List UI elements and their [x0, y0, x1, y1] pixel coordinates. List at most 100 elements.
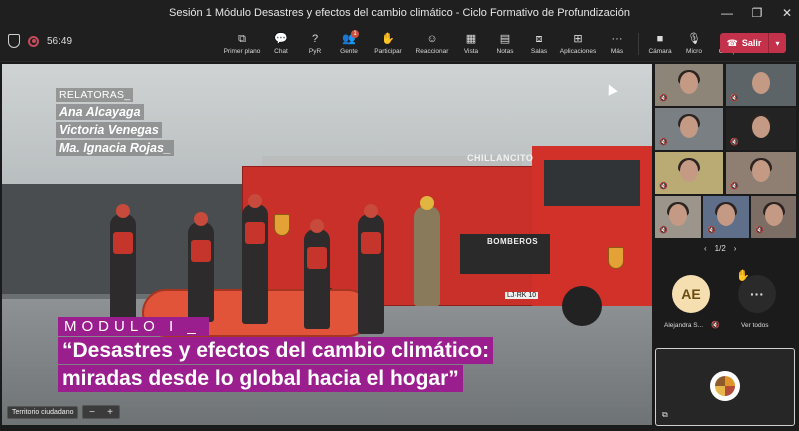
- mic-off-icon: 🔇: [730, 95, 739, 102]
- toolbar-divider: [638, 33, 639, 55]
- people-count-badge: 1: [351, 30, 359, 38]
- mic-off-icon: 🔇: [659, 227, 668, 234]
- close-icon[interactable]: ✕: [781, 6, 793, 20]
- toolbar-item-label: Micro: [686, 48, 702, 55]
- toolbar-item-label: Aplicaciones: [559, 48, 597, 55]
- avatar[interactable]: AE: [672, 275, 710, 313]
- chevron-down-icon: ▾: [775, 38, 780, 48]
- chevron-right-icon[interactable]: ›: [734, 244, 737, 253]
- toolbar-item-label: Vista: [463, 48, 479, 55]
- toolbar-actions: ⧉ Primer plano 💬 Chat ? PyR 👥 1 Gente ✋ …: [220, 28, 755, 60]
- participant-video-tile[interactable]: 🔇: [726, 108, 796, 150]
- chat-icon: 💬: [274, 33, 288, 45]
- rescuer-figure: [242, 194, 268, 324]
- leave-main[interactable]: ☎ Salir: [720, 38, 768, 49]
- participant-face: [669, 204, 687, 227]
- mic-off-icon: 🔇: [755, 227, 764, 234]
- toolbar-camara-button[interactable]: ■ Cámara: [643, 28, 677, 60]
- mic-off-icon: 🔇: [659, 95, 668, 102]
- toolbar-item-label: Chat: [274, 48, 288, 55]
- rescuer-figure: [110, 204, 136, 324]
- rescuer-figure: [188, 212, 214, 322]
- participants-panel: 🔇 🔇 🔇 🔇 🔇 🔇 🔇 🔇 🔇 ‹ 1/2 › AE Alejandra S…: [652, 64, 799, 431]
- window-title: Sesión 1 Módulo Desastres y efectos del …: [169, 7, 630, 19]
- module-title-line-1: “Desastres y efectos del cambio climátic…: [58, 337, 494, 364]
- leave-dropdown-button[interactable]: ▾: [768, 33, 786, 53]
- helmet: [116, 204, 130, 218]
- life-vest: [245, 222, 265, 244]
- qa-icon: ?: [311, 33, 319, 45]
- toolbar-notas-button[interactable]: ▤ Notas: [488, 28, 522, 60]
- toolbar-item-label: Primer plano: [223, 48, 261, 55]
- toolbar-item-label: Notas: [496, 48, 514, 55]
- participant-video-tile[interactable]: 🔇: [655, 152, 723, 194]
- toolbar-gente-button[interactable]: 👥 1 Gente: [332, 28, 366, 60]
- participant-face: [764, 204, 783, 227]
- minimize-icon[interactable]: —: [721, 6, 733, 20]
- participant-video-tile[interactable]: 🔇: [655, 196, 701, 238]
- zoom-controls: − +: [82, 405, 120, 419]
- self-view-options-icon[interactable]: ⧉: [662, 410, 668, 420]
- mic-off-icon: 🎙: [687, 33, 701, 45]
- toolbar-micro-button[interactable]: 🎙 Micro: [677, 28, 711, 60]
- apps-icon: ⊞: [573, 33, 583, 45]
- participant-video-tile[interactable]: 🔇: [655, 108, 723, 150]
- mic-off-icon: 🔇: [730, 139, 739, 146]
- zoom-out-button[interactable]: −: [89, 407, 95, 418]
- module-title-line-2: miradas desde lo global hacia el hogar”: [58, 365, 463, 392]
- leave-button[interactable]: ☎ Salir ▾: [720, 33, 786, 53]
- participant-video-tile[interactable]: 🔇: [655, 64, 723, 106]
- truck-cab: [532, 146, 652, 306]
- view-icon: ▦: [465, 33, 477, 45]
- participant-video-tile[interactable]: 🔇: [726, 64, 796, 106]
- mic-off-icon: 🔇: [707, 227, 716, 234]
- toolbar-item-label: Reaccionar: [415, 48, 449, 55]
- recording-icon: [28, 35, 39, 47]
- toolbar-aplicaciones-button[interactable]: ⊞ Aplicaciones: [556, 28, 600, 60]
- toolbar-item-label: Participar: [374, 48, 402, 55]
- chevron-left-icon[interactable]: ‹: [704, 244, 707, 253]
- life-vest: [113, 232, 133, 254]
- toolbar-vista-button[interactable]: ▦ Vista: [454, 28, 488, 60]
- helmet: [364, 204, 378, 218]
- self-avatar: [710, 371, 740, 401]
- relatora-name: Ana Alcayaga: [56, 104, 144, 120]
- zoom-in-button[interactable]: +: [107, 407, 113, 418]
- rescuer-figure: [304, 219, 330, 329]
- toolbar-chat-button[interactable]: 💬 Chat: [264, 28, 298, 60]
- toolbar-item-label: Más: [610, 48, 624, 55]
- shield-icon: [8, 34, 20, 48]
- view-all-button[interactable]: ···: [738, 275, 776, 313]
- toolbar-primer-plano-button[interactable]: ⧉ Primer plano: [220, 28, 264, 60]
- title-bar: Sesión 1 Módulo Desastres y efectos del …: [0, 0, 799, 26]
- participant-face: [752, 116, 770, 139]
- toolbar-pyr-button[interactable]: ? PyR: [298, 28, 332, 60]
- rooms-icon: ⧈: [535, 33, 543, 45]
- truck-wheel: [562, 286, 602, 326]
- leave-label: Salir: [741, 38, 762, 48]
- fire-brigade-crest: [274, 214, 290, 236]
- meeting-status: 56:49: [8, 34, 72, 48]
- relatora-name: Ma. Ignacia Rojas_: [56, 140, 174, 156]
- helmet: [194, 212, 208, 226]
- participant-face: [680, 160, 698, 183]
- relatoras-heading: RELATORAS_: [56, 88, 134, 102]
- teams-meeting-window: Sesión 1 Módulo Desastres y efectos del …: [0, 0, 799, 431]
- participant-face: [752, 72, 770, 95]
- restore-icon[interactable]: ❐: [751, 6, 763, 20]
- toolbar-reaccionar-button[interactable]: ☺ Reaccionar: [410, 28, 454, 60]
- helmet: [420, 196, 434, 210]
- truck-text-mid: BOMBEROS: [487, 237, 539, 246]
- participant-video-tile[interactable]: 🔇: [703, 196, 749, 238]
- toolbar-salas-button[interactable]: ⧈ Salas: [522, 28, 556, 60]
- participant-name: Alejandra S...: [664, 322, 704, 329]
- toolbar-participar-button[interactable]: ✋ Participar: [366, 28, 410, 60]
- participant-video-tile[interactable]: 🔇: [726, 152, 796, 194]
- toolbar-mas-button[interactable]: ··· Más: [600, 28, 634, 60]
- avatar-image: [715, 376, 735, 396]
- raise-hand-icon: ✋: [381, 33, 395, 45]
- self-view-tile[interactable]: ⧉: [655, 348, 795, 426]
- truck-plate: LJ·RK 10: [505, 292, 539, 299]
- participant-video-tile[interactable]: 🔇: [751, 196, 796, 238]
- module-label: MODULO I _: [58, 317, 209, 336]
